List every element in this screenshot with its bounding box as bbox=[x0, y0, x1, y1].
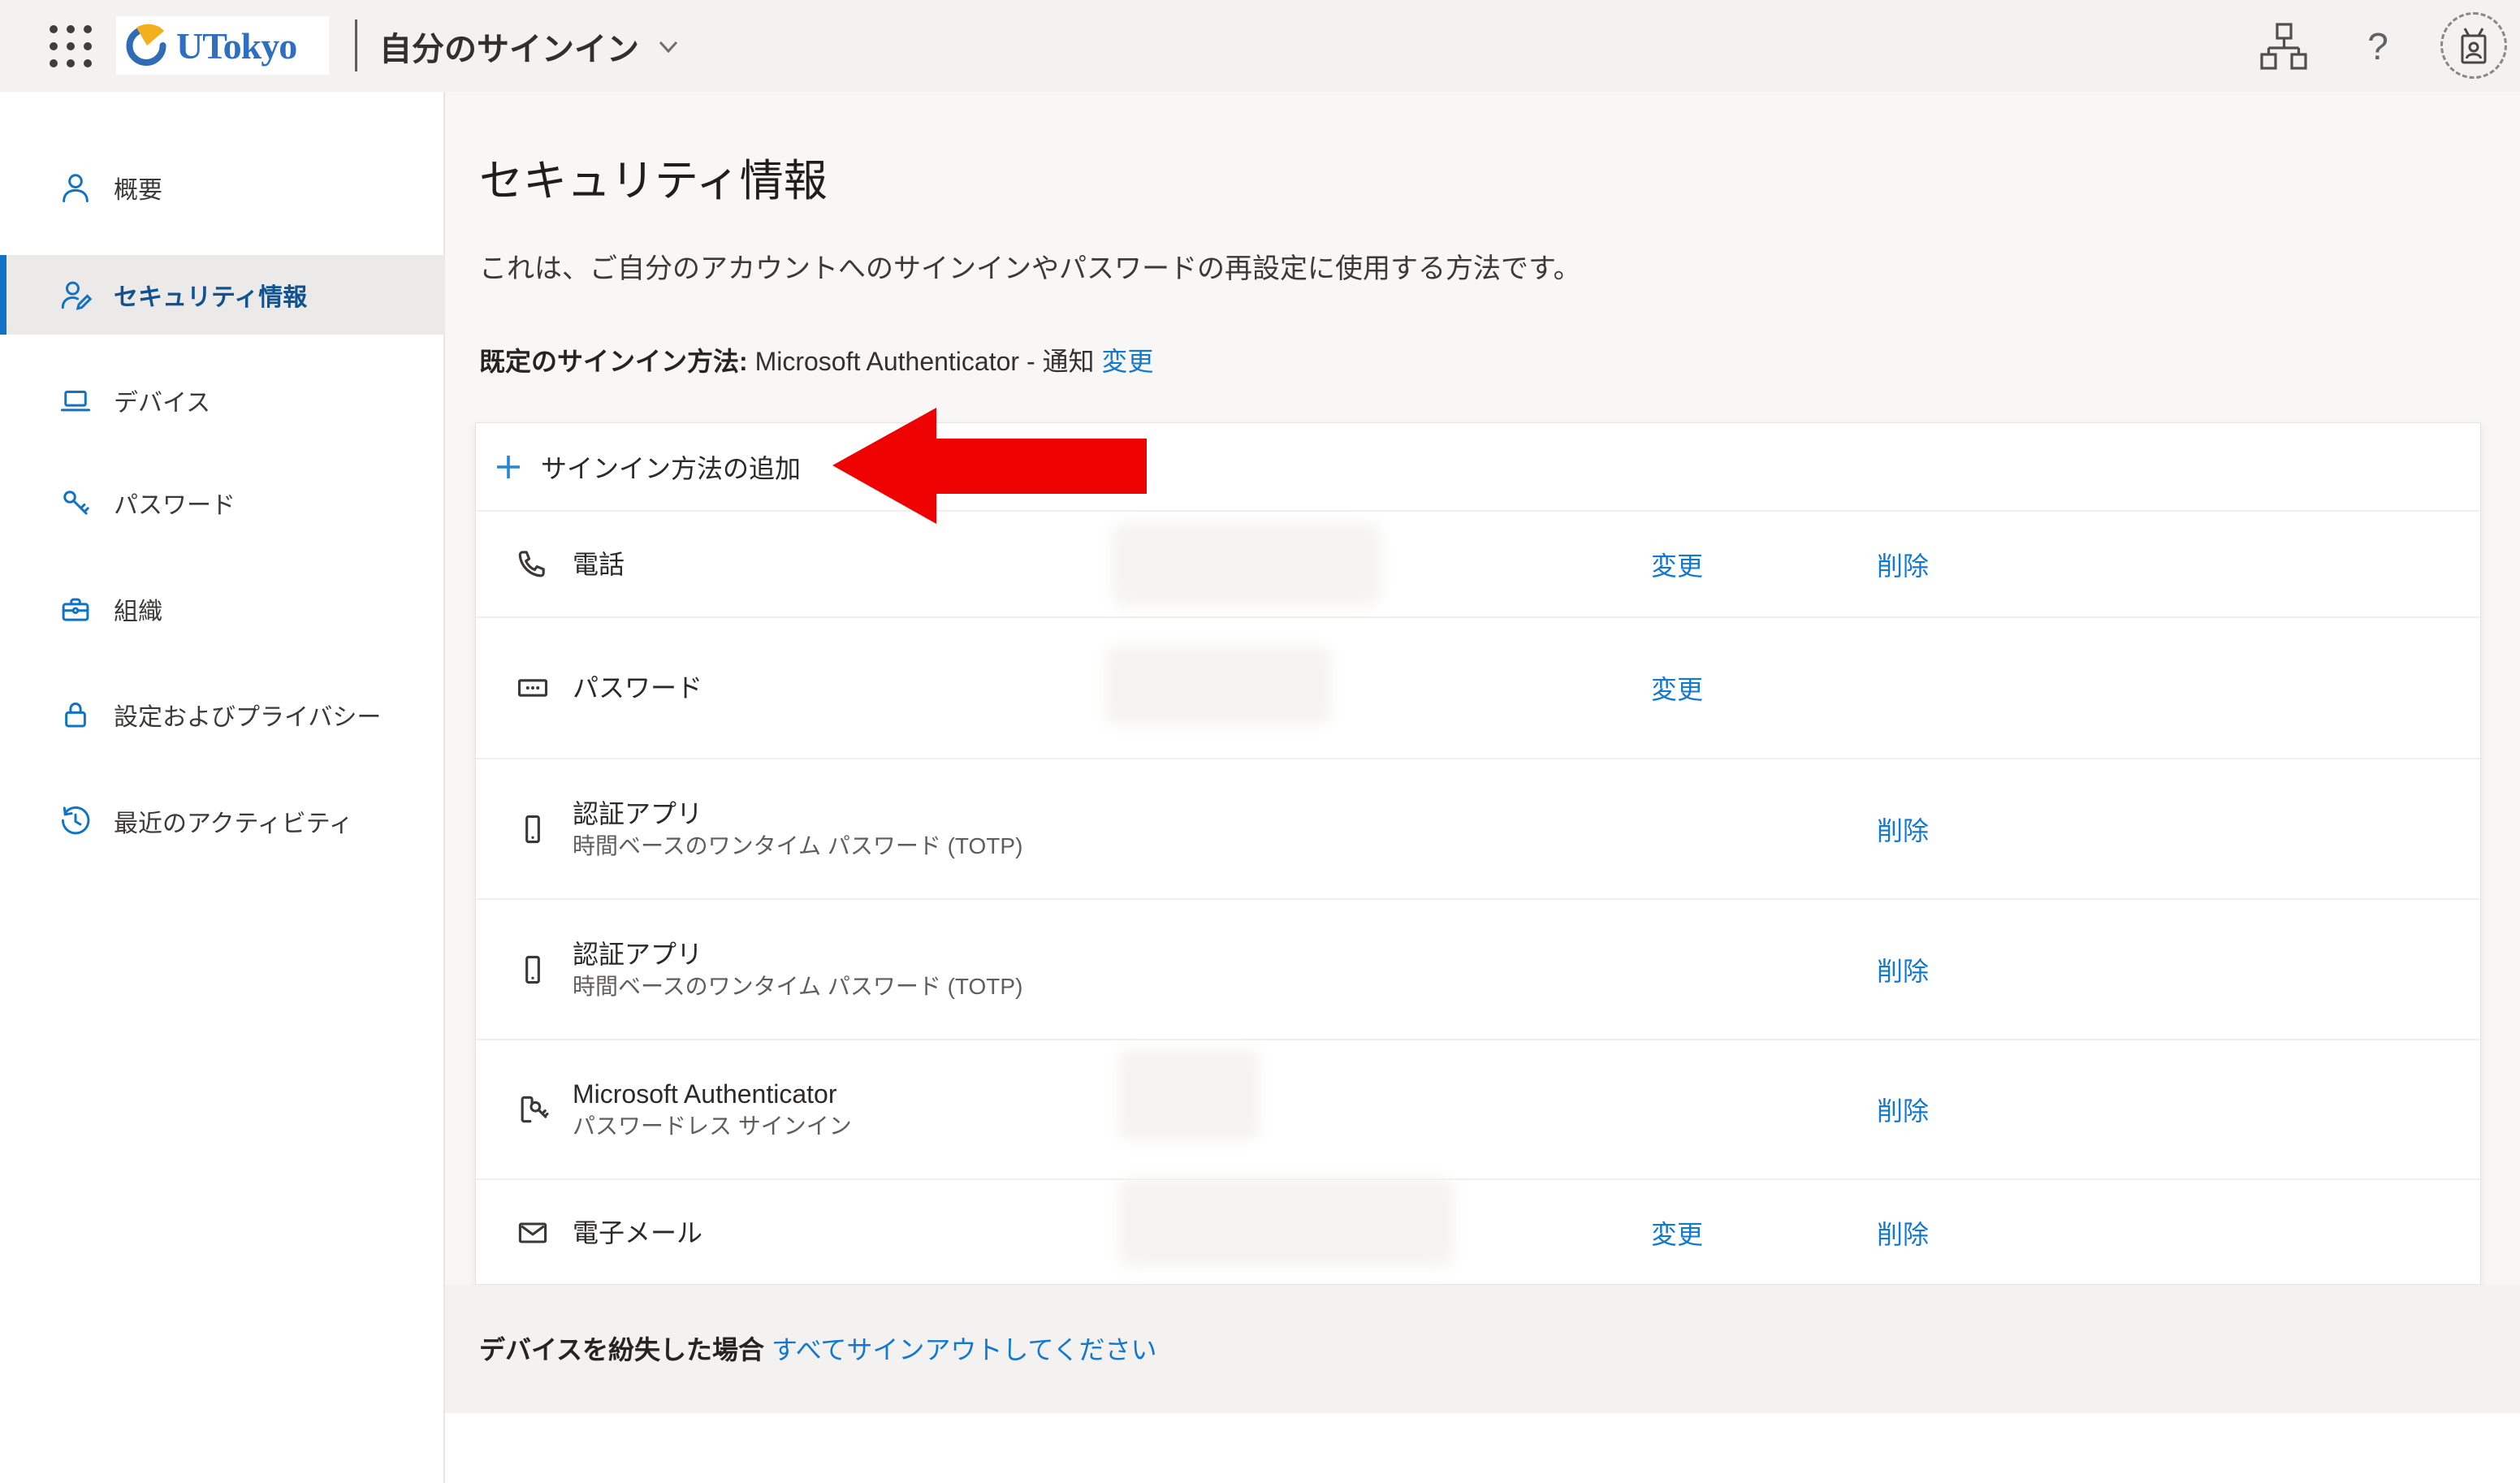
method-name: 認証アプリ bbox=[573, 797, 1022, 831]
help-icon: ? bbox=[2367, 24, 2388, 68]
help-button[interactable]: ? bbox=[2352, 0, 2404, 92]
sidebar-item-recent-activity[interactable]: 最近のアクティビティ bbox=[0, 782, 445, 860]
app-launcher-button[interactable] bbox=[41, 16, 101, 76]
default-method-change-link[interactable]: 変更 bbox=[1101, 347, 1153, 376]
org-chart-icon bbox=[2258, 20, 2310, 72]
page-description: これは、ご自分のアカウントへのサインインやパスワードの再設定に使用する方法です。 bbox=[479, 246, 1581, 286]
mobile-app-icon bbox=[515, 952, 551, 988]
add-signin-method-button[interactable]: サインイン方法の追加 bbox=[476, 423, 2480, 510]
organizations-button[interactable] bbox=[2256, 0, 2311, 92]
key-icon bbox=[58, 486, 93, 520]
method-row-authenticator-totp-2: 認証アプリ 時間ベースのワンタイム パスワード (TOTP) 削除 bbox=[476, 898, 2480, 1039]
method-name: 電子メール bbox=[573, 1216, 702, 1250]
redacted-value-blur bbox=[1113, 524, 1381, 605]
method-subtitle: パスワードレス サインイン bbox=[573, 1111, 852, 1142]
sidebar-item-settings-privacy[interactable]: 設定およびプライバシー bbox=[0, 676, 445, 754]
redacted-value-blur bbox=[1119, 1179, 1454, 1265]
method-row-ms-authenticator: Microsoft Authenticator パスワードレス サインイン 削除 bbox=[476, 1039, 2480, 1178]
sidebar-item-organizations[interactable]: 組織 bbox=[0, 570, 445, 648]
sidebar-item-overview[interactable]: 概要 bbox=[0, 149, 445, 227]
phone-change-link[interactable]: 変更 bbox=[1651, 546, 1703, 583]
person-edit-icon bbox=[58, 278, 93, 312]
redacted-value-blur bbox=[1106, 646, 1330, 724]
redacted-value-blur bbox=[1119, 1049, 1259, 1140]
account-avatar-button[interactable] bbox=[2440, 12, 2507, 79]
utokyo-logo[interactable]: UTokyo bbox=[116, 16, 329, 75]
top-app-bar bbox=[0, 0, 2520, 92]
signin-methods-table: サインイン方法の追加 電話 変更 削除 パスワード 変更 認証アプリ 時間ベース… bbox=[475, 422, 2481, 1285]
password-change-link[interactable]: 変更 bbox=[1651, 669, 1703, 707]
ms-authenticator-delete-link[interactable]: 削除 bbox=[1877, 1091, 1929, 1128]
method-name: パスワード bbox=[573, 671, 702, 705]
device-key-icon bbox=[515, 1092, 551, 1127]
person-icon bbox=[58, 171, 93, 205]
email-icon bbox=[515, 1215, 551, 1251]
briefcase-icon bbox=[58, 592, 93, 626]
sidebar-item-devices[interactable]: デバイス bbox=[0, 361, 445, 439]
phone-delete-link[interactable]: 削除 bbox=[1877, 546, 1929, 583]
default-signin-method-line: 既定のサインイン方法: Microsoft Authenticator - 通知… bbox=[479, 341, 1153, 378]
laptop-icon bbox=[58, 383, 93, 417]
password-dots-icon bbox=[515, 670, 551, 706]
sidebar-item-security-info[interactable]: セキュリティ情報 bbox=[0, 255, 445, 335]
history-icon bbox=[58, 804, 93, 838]
method-name: 認証アプリ bbox=[573, 937, 1022, 971]
default-method-value: Microsoft Authenticator - 通知 bbox=[755, 347, 1095, 376]
email-change-link[interactable]: 変更 bbox=[1651, 1214, 1703, 1252]
method-row-phone: 電話 変更 削除 bbox=[476, 510, 2480, 616]
sidebar-item-password[interactable]: パスワード bbox=[0, 464, 445, 542]
authenticator-totp-1-delete-link[interactable]: 削除 bbox=[1877, 811, 1929, 848]
method-row-password: パスワード 変更 bbox=[476, 616, 2480, 758]
lost-device-line: デバイスを紛失した場合 すべてサインアウトしてください bbox=[479, 1330, 1157, 1367]
method-name: Microsoft Authenticator bbox=[573, 1077, 852, 1111]
topbar-divider bbox=[355, 19, 357, 71]
id-badge-avatar-icon bbox=[2453, 24, 2495, 67]
method-subtitle: 時間ベースのワンタイム パスワード (TOTP) bbox=[573, 971, 1022, 1002]
app-title: 自分のサインイン bbox=[379, 23, 639, 70]
method-name: 電話 bbox=[573, 547, 625, 582]
app-title-dropdown[interactable]: 自分のサインイン bbox=[379, 0, 683, 92]
page-title: セキュリティ情報 bbox=[479, 145, 828, 209]
plus-icon bbox=[492, 451, 525, 483]
lost-device-label: デバイスを紛失した場合 bbox=[479, 1335, 764, 1364]
method-row-email: 電子メール 変更 削除 bbox=[476, 1178, 2480, 1286]
utokyo-ginkgo-icon bbox=[123, 22, 170, 69]
sign-out-everywhere-link[interactable]: すべてサインアウトしてください bbox=[772, 1335, 1157, 1364]
method-row-authenticator-totp-1: 認証アプリ 時間ベースのワンタイム パスワード (TOTP) 削除 bbox=[476, 758, 2480, 898]
default-method-label: 既定のサインイン方法: bbox=[479, 347, 748, 376]
waffle-icon bbox=[45, 21, 96, 71]
method-subtitle: 時間ベースのワンタイム パスワード (TOTP) bbox=[573, 831, 1022, 862]
authenticator-totp-2-delete-link[interactable]: 削除 bbox=[1877, 951, 1929, 988]
mobile-app-icon bbox=[515, 811, 551, 847]
chevron-down-icon bbox=[654, 35, 683, 58]
page-bottom-background bbox=[445, 1413, 2520, 1483]
lock-icon bbox=[58, 698, 93, 732]
phone-icon bbox=[515, 547, 551, 582]
email-delete-link[interactable]: 削除 bbox=[1877, 1214, 1929, 1252]
logo-wordmark: UTokyo bbox=[176, 24, 296, 67]
